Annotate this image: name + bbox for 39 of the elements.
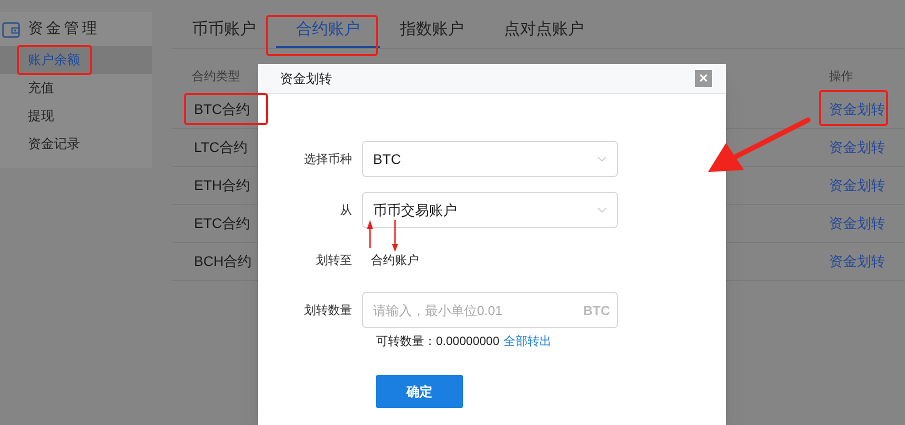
chevron-down-icon	[597, 207, 607, 213]
unit-label: BTC	[583, 302, 610, 320]
arrow	[392, 220, 398, 252]
table-cell-text: BCH合约	[194, 252, 252, 271]
field-label: 划转数量	[303, 302, 353, 319]
chevron-down-icon	[597, 156, 607, 162]
highlight-box	[819, 90, 888, 126]
table-cell-text: LTC合约	[194, 138, 248, 157]
field-label: 划转至	[315, 252, 353, 269]
sidebar-item[interactable]: 资金记录	[0, 130, 152, 158]
tab[interactable]: 合约账户	[276, 12, 380, 48]
transfer-all-link[interactable]: 全部转出	[503, 332, 552, 350]
transfer-link[interactable]: 资金划转	[829, 213, 885, 234]
transfer-link[interactable]: 资金划转	[829, 137, 885, 158]
field-label: 从	[339, 202, 353, 219]
tab[interactable]: 币币账户	[172, 12, 276, 48]
close-button[interactable]: ×	[695, 70, 712, 87]
sidebar-item[interactable]: 充值	[0, 74, 152, 102]
transfer-link[interactable]: 资金划转	[829, 99, 885, 120]
dialog-title: 资金划转	[280, 70, 332, 88]
tab[interactable]: 点对点账户	[484, 12, 604, 48]
tab[interactable]: 指数账户	[380, 12, 484, 48]
sidebar-title: 资金管理	[28, 18, 100, 39]
wallet-icon	[2, 20, 20, 38]
sidebar-item[interactable]: 提现	[0, 102, 152, 130]
available-amount: 可转数量：0.00000000	[376, 333, 500, 350]
select-field[interactable]: 币币交易账户	[362, 192, 618, 228]
transfer-link[interactable]: 资金划转	[829, 251, 885, 272]
transfer-link[interactable]: 资金划转	[829, 175, 885, 196]
table-cell-text: BTC合约	[194, 100, 250, 119]
table-cell-text: ETH合约	[194, 176, 250, 195]
arrow	[367, 220, 373, 248]
column-header: 合约类型	[192, 68, 240, 85]
field-label: 选择币种	[303, 151, 353, 168]
select-field[interactable]: BTC	[362, 141, 618, 177]
destination-account: 合约账户	[370, 252, 419, 269]
confirm-button[interactable]: 确定	[376, 375, 463, 408]
column-header: 操作	[829, 68, 853, 85]
table-cell-text: ETC合约	[194, 214, 250, 233]
